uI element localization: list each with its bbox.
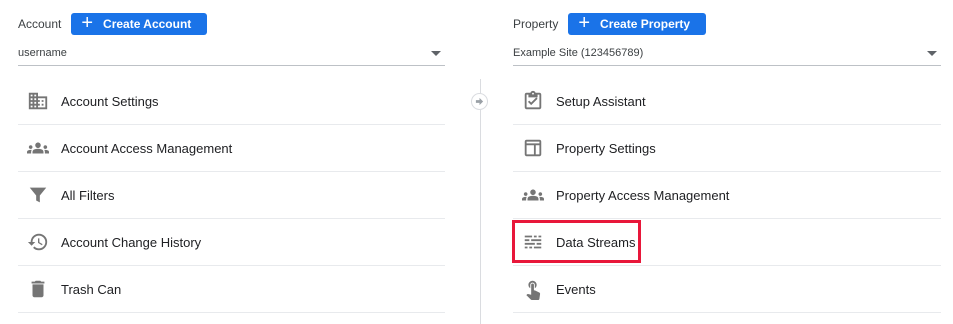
property-menu: Setup Assistant Property Settings Proper… — [512, 78, 941, 313]
menu-item-label: Events — [556, 281, 596, 297]
menu-item-label: Property Settings — [556, 140, 656, 156]
trash-icon — [27, 278, 49, 300]
account-header: Account + Create Account — [18, 0, 445, 47]
account-menu: Account Settings Account Access Manageme… — [18, 78, 445, 313]
menu-item-label: Trash Can — [61, 281, 122, 297]
create-account-label: Create Account — [103, 16, 192, 31]
streams-icon — [522, 231, 544, 253]
menu-item-events[interactable]: Events — [513, 266, 941, 313]
history-icon — [27, 231, 49, 253]
menu-item-property-settings[interactable]: Property Settings — [513, 125, 941, 172]
menu-item-data-streams[interactable]: Data Streams — [512, 219, 941, 266]
property-selector[interactable]: Example Site (123456789) — [513, 45, 941, 66]
collapse-toggle-button[interactable] — [471, 93, 488, 110]
menu-item-label: All Filters — [61, 187, 115, 203]
account-label: Account — [18, 16, 62, 31]
building-icon — [27, 90, 49, 112]
plus-icon: + — [578, 11, 591, 34]
property-column: Property + Create Property Example Site … — [512, 0, 941, 313]
menu-item-all-filters[interactable]: All Filters — [18, 172, 445, 219]
account-selector[interactable]: username — [18, 45, 445, 66]
menu-item-label: Account Settings — [61, 93, 159, 109]
create-property-button[interactable]: + Create Property — [568, 11, 707, 35]
menu-item-trash-can[interactable]: Trash Can — [18, 266, 445, 313]
filter-icon — [27, 184, 49, 206]
people-icon — [27, 137, 49, 159]
account-column: Account + Create Account username Accoun… — [18, 0, 445, 313]
clipboard-check-icon — [522, 90, 544, 112]
menu-item-label: Property Access Management — [556, 187, 730, 203]
create-property-label: Create Property — [600, 16, 691, 31]
chevron-down-icon — [431, 51, 441, 56]
chevron-down-icon — [927, 51, 937, 56]
people-icon — [522, 184, 544, 206]
property-label: Property — [513, 16, 559, 31]
menu-item-label: Account Access Management — [61, 140, 233, 156]
menu-item-account-access-management[interactable]: Account Access Management — [18, 125, 445, 172]
column-divider — [480, 79, 481, 324]
menu-item-label: Data Streams — [556, 234, 636, 250]
menu-item-property-access-management[interactable]: Property Access Management — [513, 172, 941, 219]
menu-item-label: Setup Assistant — [556, 93, 646, 109]
arrow-right-icon — [475, 97, 484, 106]
plus-icon: + — [81, 11, 94, 34]
touch-icon — [522, 278, 544, 300]
menu-item-account-change-history[interactable]: Account Change History — [18, 219, 445, 266]
menu-item-label: Account Change History — [61, 234, 202, 250]
account-selected-value: username — [18, 47, 67, 59]
create-account-button[interactable]: + Create Account — [71, 11, 208, 35]
menu-item-account-settings[interactable]: Account Settings — [18, 78, 445, 125]
property-selected-value: Example Site (123456789) — [513, 47, 644, 59]
property-header: Property + Create Property — [513, 0, 941, 47]
menu-item-setup-assistant[interactable]: Setup Assistant — [513, 78, 941, 125]
layout-icon — [522, 137, 544, 159]
